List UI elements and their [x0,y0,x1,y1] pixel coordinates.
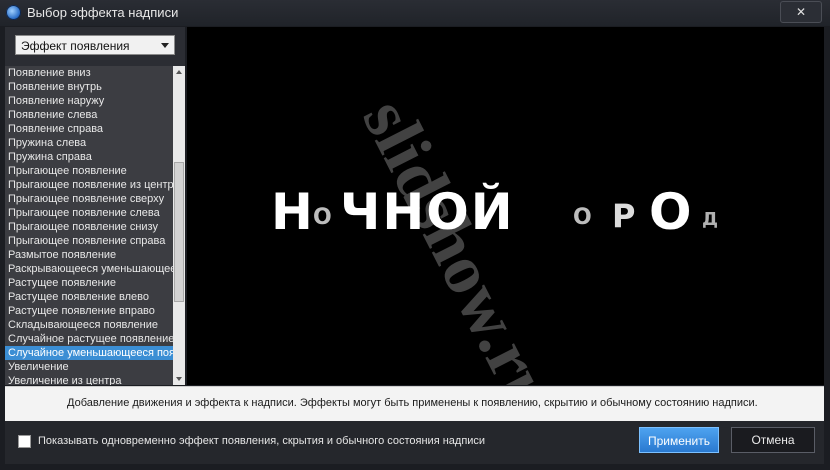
list-item[interactable]: Появление слева [5,108,173,122]
close-button[interactable]: ✕ [780,1,822,23]
effect-type-dropdown[interactable]: Эффект появления [15,35,175,55]
checkbox-label: Показывать одновременно эффект появления… [38,435,486,447]
preview-letter: О [313,205,334,230]
list-item[interactable]: Появление вниз [5,66,173,80]
effects-list-scrollbar[interactable] [173,66,185,385]
title-bar: Выбор эффекта надписи ✕ [0,0,830,26]
preview-letter: Д [702,209,721,230]
scroll-down-icon[interactable] [173,373,185,385]
list-item[interactable]: Увеличение из центра [5,374,173,385]
list-item[interactable]: Прыгающее появление сверху [5,192,173,206]
list-item[interactable]: Растущее появление [5,276,173,290]
list-item[interactable]: Растущее появление влево [5,290,173,304]
window-title: Выбор эффекта надписи [27,5,179,20]
list-item[interactable]: Пружина справа [5,150,173,164]
list-item[interactable]: Появление справа [5,122,173,136]
simultaneous-effects-checkbox[interactable] [18,435,31,448]
list-item[interactable]: Случайное уменьшающееся появление [5,346,173,360]
list-item[interactable]: Прыгающее появление справа [5,234,173,248]
chevron-down-icon [161,43,169,48]
app-logo-icon [6,5,21,20]
info-bar: Добавление движения и эффекта к надписи.… [5,386,824,421]
effect-preview: slidshow.ru Н О ЧНОЙ О Р О Д [187,27,824,385]
preview-letter: ЧНОЙ [340,183,515,241]
list-item[interactable]: Раскрывающееся уменьшающееся [5,262,173,276]
effects-panel: Эффект появления Появление вниз Появление… [5,27,185,385]
list-item[interactable]: Размытое появление [5,248,173,262]
list-item[interactable]: Прыгающее появление из центра [5,178,173,192]
list-item[interactable]: Случайное растущее появление [5,332,173,346]
list-item[interactable]: Появление наружу [5,94,173,108]
list-item[interactable]: Прыгающее появление слева [5,206,173,220]
info-text: Добавление движения и эффекта к надписи.… [67,397,758,409]
preview-letter: О [649,183,694,241]
effect-type-value: Эффект появления [21,39,130,53]
scroll-thumb[interactable] [174,162,184,302]
cancel-button[interactable]: Отмена [731,427,815,453]
list-item[interactable]: Появление внутрь [5,80,173,94]
list-item[interactable]: Увеличение [5,360,173,374]
effects-list[interactable]: Появление вниз Появление внутрь Появление … [5,66,173,385]
list-item[interactable]: Пружина слева [5,136,173,150]
apply-button[interactable]: Применить [639,427,719,453]
scroll-up-icon[interactable] [173,66,185,78]
preview-letter: О [573,205,594,230]
preview-letter: Н [271,183,315,241]
list-item[interactable]: Растущее появление вправо [5,304,173,318]
list-item[interactable]: Прыгающее появление [5,164,173,178]
list-item[interactable]: Складывающееся появление [5,318,173,332]
preview-letter: Р [612,197,638,235]
list-item[interactable]: Прыгающее появление снизу [5,220,173,234]
bottom-bar: Показывать одновременно эффект появления… [5,421,824,464]
